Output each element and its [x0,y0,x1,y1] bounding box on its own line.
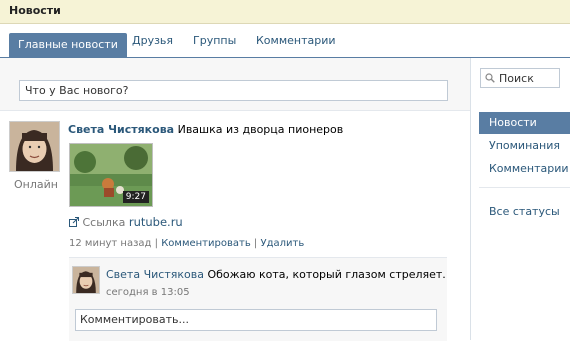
nav-news[interactable]: Новости [479,112,570,134]
news-feed-column: Что у Вас нового? Онлайн Света Чистякова… [0,58,471,341]
avatar-photo [10,122,59,171]
comment-time: сегодня в 13:05 [106,287,190,298]
post-text: Ивашка из дворца пионеров [177,123,344,136]
comment-header: Света Чистякова Обожаю кота, который гла… [106,268,446,281]
feed: Онлайн Света Чистякова Ивашка из дворца … [0,111,470,341]
avatar[interactable] [9,121,60,172]
separator: | [253,238,258,249]
tab-comments[interactable]: Комментарии [256,34,336,47]
post-link: Ссылка rutube.ru [69,215,183,229]
comment-input[interactable]: Комментировать... [75,309,437,331]
status-input[interactable]: Что у Вас нового? [19,80,448,101]
comments-block: Света Чистякова Обожаю кота, который гла… [69,257,447,341]
right-sidebar: Поиск Новости Упоминания Комментарии Все… [471,58,570,340]
link-url[interactable]: rutube.ru [129,215,183,229]
comment-text: Обожаю кота, который глазом стреляет. [207,268,446,281]
nav-comments[interactable]: Комментарии [479,158,570,180]
separator: | [154,238,158,249]
video-thumbnail[interactable]: 9:27 [69,143,153,207]
search-input[interactable]: Поиск [480,68,560,88]
post-header: Света Чистякова Ивашка из дворца пионеро… [68,123,343,136]
tab-groups[interactable]: Группы [193,34,236,47]
tab-friends[interactable]: Друзья [132,34,173,47]
video-duration: 9:27 [122,191,149,203]
tab-main-news[interactable]: Главные новости [9,33,127,57]
avatar-photo [73,267,99,293]
delete-button[interactable]: Удалить [260,238,304,249]
post-author[interactable]: Света Чистякова [68,123,174,136]
avatar[interactable] [72,266,100,294]
top-header: Новости [0,0,570,24]
search-icon [485,73,495,86]
online-status: Онлайн [14,178,58,191]
comment-author[interactable]: Света Чистякова [106,268,204,281]
link-prefix: Ссылка [82,216,126,229]
search-placeholder: Поиск [499,72,534,85]
comment-button[interactable]: Комментировать [161,238,251,249]
post-time: 12 минут назад [69,238,152,249]
post-actions: 12 минут назад | Комментировать | Удалит… [69,238,304,249]
tab-bar: Главные новости Друзья Группы Комментари… [0,24,570,58]
nav-all-statuses[interactable]: Все статусы [479,201,570,223]
page-title: Новости [9,4,61,17]
status-box: Что у Вас нового? [0,58,470,111]
nav-mentions[interactable]: Упоминания [479,135,570,157]
divider [479,187,570,188]
external-link-icon [69,216,83,229]
